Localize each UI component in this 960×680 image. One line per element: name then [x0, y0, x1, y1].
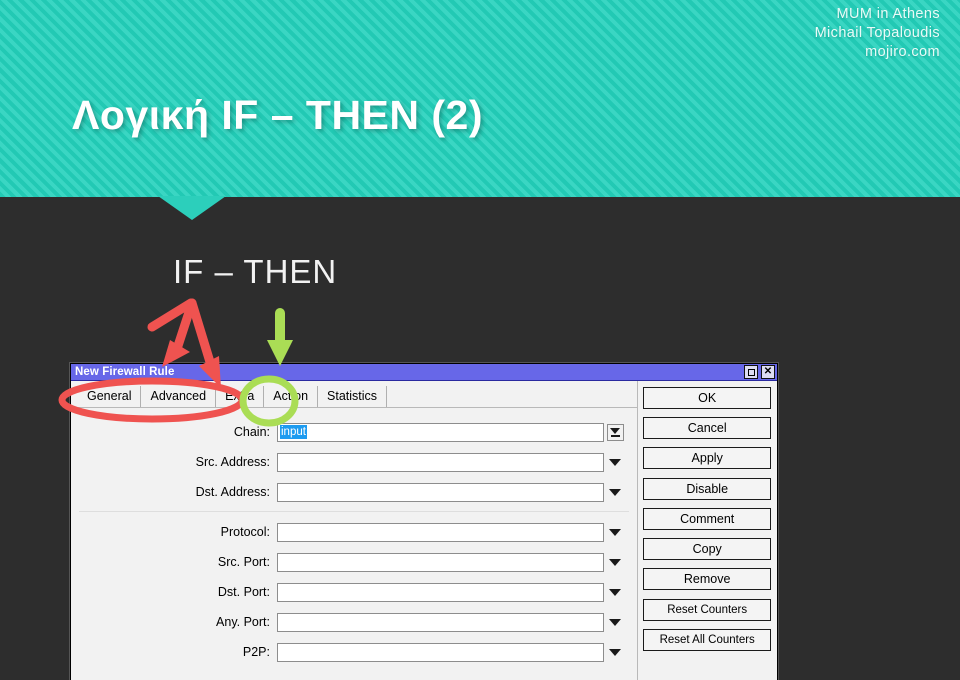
- apply-button[interactable]: Apply: [643, 447, 772, 469]
- any-port-dropdown-button[interactable]: [604, 618, 626, 626]
- p2p-input[interactable]: [277, 642, 604, 662]
- tab-advanced[interactable]: Advanced: [141, 386, 217, 407]
- chain-input[interactable]: input: [277, 422, 604, 442]
- ok-button[interactable]: OK: [643, 387, 772, 409]
- field-row-chain: Chain: input: [71, 417, 637, 447]
- if-then-label: IF – THEN: [173, 253, 338, 290]
- field-row-any-port: Any. Port:: [71, 607, 637, 637]
- disable-button[interactable]: Disable: [643, 478, 772, 500]
- chevron-down-icon: [609, 588, 621, 596]
- reset-all-counters-button[interactable]: Reset All Counters: [643, 629, 772, 651]
- p2p-label: P2P:: [242, 645, 270, 659]
- src-address-label: Src. Address:: [195, 455, 270, 469]
- dialog-titlebar[interactable]: New Firewall Rule ✕: [71, 364, 777, 381]
- comment-button[interactable]: Comment: [643, 508, 772, 530]
- src-address-dropdown-button[interactable]: [604, 458, 626, 466]
- dialog-button-pane: OK Cancel Apply Disable Comment Copy Rem…: [638, 381, 777, 680]
- reset-counters-button[interactable]: Reset Counters: [643, 599, 772, 621]
- maximize-icon: [747, 368, 755, 376]
- dst-address-label: Dst. Address:: [195, 485, 270, 499]
- cancel-button[interactable]: Cancel: [643, 417, 772, 439]
- header-event: MUM in Athens: [836, 6, 940, 22]
- chevron-down-icon: [609, 488, 621, 496]
- chain-dropdown-icon: [606, 423, 624, 441]
- field-row-p2p: P2P:: [71, 637, 637, 667]
- field-row-dst-address: Dst. Address:: [71, 477, 637, 507]
- page-title: Λογική IF – THEN (2): [72, 92, 484, 138]
- dialog-tabstrip: General Advanced Extra Action Statistics: [71, 381, 638, 408]
- dialog-left-pane: General Advanced Extra Action Statistics…: [71, 381, 639, 680]
- red-arrow-left: [147, 298, 197, 367]
- slide-canvas: MUM in Athens Michail Topaloudis mojiro.…: [0, 0, 960, 680]
- copy-button[interactable]: Copy: [643, 538, 772, 560]
- field-row-src-address: Src. Address:: [71, 447, 637, 477]
- chevron-down-icon: [609, 558, 621, 566]
- protocol-label: Protocol:: [220, 525, 270, 539]
- dialog-fields: Chain: input Src. Address: Dst. Address:…: [71, 408, 637, 667]
- field-separator: [79, 511, 630, 512]
- header-website: mojiro.com: [865, 44, 940, 60]
- protocol-dropdown-button[interactable]: [604, 528, 626, 536]
- maximize-button[interactable]: [744, 365, 758, 379]
- new-firewall-rule-dialog: New Firewall Rule ✕ General Advanced Ext…: [70, 363, 778, 680]
- chain-value: input: [280, 425, 307, 439]
- src-address-input[interactable]: [277, 452, 604, 472]
- remove-button[interactable]: Remove: [643, 568, 772, 590]
- dialog-title: New Firewall Rule: [75, 366, 175, 378]
- header-meta: MUM in Athens Michail Topaloudis mojiro.…: [815, 5, 940, 62]
- dst-port-input[interactable]: [277, 582, 604, 602]
- chain-dropdown-button[interactable]: [604, 423, 626, 441]
- header-author: Michail Topaloudis: [814, 25, 940, 41]
- tab-extra[interactable]: Extra: [216, 386, 265, 407]
- protocol-input[interactable]: [277, 522, 604, 542]
- tab-action[interactable]: Action: [264, 386, 319, 407]
- field-row-src-port: Src. Port:: [71, 547, 637, 577]
- src-port-dropdown-button[interactable]: [604, 558, 626, 566]
- field-row-protocol: Protocol:: [71, 517, 637, 547]
- chevron-down-icon: [609, 528, 621, 536]
- dst-address-dropdown-button[interactable]: [604, 488, 626, 496]
- window-controls: ✕: [744, 365, 775, 379]
- close-icon: ✕: [763, 366, 773, 377]
- dialog-body: General Advanced Extra Action Statistics…: [71, 381, 777, 680]
- chevron-down-icon: [609, 458, 621, 466]
- any-port-input[interactable]: [277, 612, 604, 632]
- field-row-dst-port: Dst. Port:: [71, 577, 637, 607]
- tab-statistics[interactable]: Statistics: [318, 386, 388, 407]
- src-port-input[interactable]: [277, 552, 604, 572]
- dst-port-label: Dst. Port:: [217, 585, 270, 599]
- green-arrow-down: [267, 308, 293, 366]
- src-port-label: Src. Port:: [217, 555, 270, 569]
- p2p-dropdown-button[interactable]: [604, 648, 626, 656]
- chain-label: Chain:: [233, 425, 270, 439]
- tab-general[interactable]: General: [78, 386, 142, 407]
- banner-notch: [158, 196, 226, 220]
- any-port-label: Any. Port:: [216, 615, 270, 629]
- chevron-down-icon: [609, 648, 621, 656]
- dst-port-dropdown-button[interactable]: [604, 588, 626, 596]
- chevron-down-icon: [609, 618, 621, 626]
- dst-address-input[interactable]: [277, 482, 604, 502]
- close-button[interactable]: ✕: [761, 365, 775, 379]
